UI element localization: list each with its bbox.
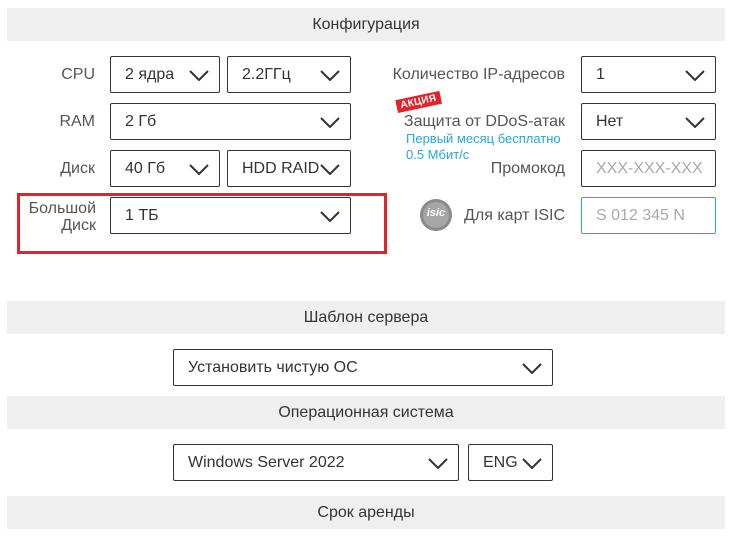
section-header-rent: Срок аренды [7, 496, 725, 529]
ip-count-value: 1 [596, 65, 605, 83]
ram-value: 2 Гб [125, 112, 157, 130]
chevron-down-icon [320, 69, 340, 81]
server-template-value: Установить чистую ОС [188, 358, 358, 376]
big-disk-select[interactable]: 1 ТБ [110, 197, 351, 234]
section-header-template: Шаблон сервера [7, 301, 725, 334]
section-header-config: Конфигурация [7, 8, 725, 41]
chevron-down-icon [189, 163, 209, 175]
chevron-down-icon [685, 116, 705, 128]
cpu-freq-select[interactable]: 2.2ГГц [227, 56, 351, 93]
os-select[interactable]: Windows Server 2022 [173, 444, 459, 481]
chevron-down-icon [522, 457, 542, 469]
chevron-down-icon [685, 69, 705, 81]
server-template-select[interactable]: Установить чистую ОС [173, 349, 553, 386]
section-title-os: Операционная система [278, 403, 454, 421]
os-value: Windows Server 2022 [188, 453, 345, 471]
cpu-label: CPU [61, 66, 95, 83]
chevron-down-icon [320, 116, 340, 128]
chevron-down-icon [522, 362, 542, 374]
chevron-down-icon [189, 69, 209, 81]
chevron-down-icon [428, 457, 448, 469]
chevron-down-icon [320, 163, 340, 175]
ddos-label: Защита от DDoS-атак [403, 113, 565, 130]
promo-code-input[interactable]: XXX-XXX-XXX [581, 150, 716, 187]
cpu-freq-value: 2.2ГГц [242, 65, 291, 83]
ddos-value: Нет [596, 112, 624, 130]
section-title-template: Шаблон сервера [303, 308, 429, 326]
ram-label: RAM [59, 113, 95, 130]
ddos-select[interactable]: Нет [581, 103, 716, 140]
big-disk-label-line2: Диск [61, 217, 96, 234]
cpu-cores-select[interactable]: 2 ядра [110, 56, 220, 93]
section-title-config: Конфигурация [312, 15, 420, 33]
section-header-os: Операционная система [7, 396, 725, 429]
promo-code-placeholder: XXX-XXX-XXX [596, 159, 703, 177]
os-language-select[interactable]: ENG [468, 444, 553, 481]
ip-count-select[interactable]: 1 [581, 56, 716, 93]
chevron-down-icon [320, 210, 340, 222]
section-title-rent: Срок аренды [317, 503, 415, 521]
isic-logo-text: isic [426, 207, 446, 219]
disk-type-select[interactable]: HDD RAID [227, 150, 351, 187]
isic-label: Для карт ISIC [464, 207, 565, 224]
promo-badge: АКЦИЯ [395, 91, 442, 113]
cpu-cores-value: 2 ядра [125, 65, 175, 83]
disk-type-value: HDD RAID [242, 159, 320, 177]
isic-card-input[interactable]: S 012 345 N [581, 197, 716, 234]
os-language-value: ENG [483, 453, 518, 471]
isic-logo-icon: isic [419, 198, 453, 232]
ram-select[interactable]: 2 Гб [110, 103, 351, 140]
disk-label: Диск [60, 160, 95, 177]
ip-count-label: Количество IP-адресов [392, 66, 565, 83]
big-disk-label-line1: Большой [28, 200, 96, 217]
disk-size-select[interactable]: 40 Гб [110, 150, 220, 187]
big-disk-value: 1 ТБ [125, 206, 159, 224]
big-disk-label: Большой Диск [20, 200, 96, 234]
disk-size-value: 40 Гб [125, 159, 166, 177]
ddos-promo-line1: Первый месяц бесплатно [406, 131, 561, 146]
isic-card-placeholder: S 012 345 N [596, 206, 685, 224]
promo-code-label: Промокод [490, 160, 565, 177]
